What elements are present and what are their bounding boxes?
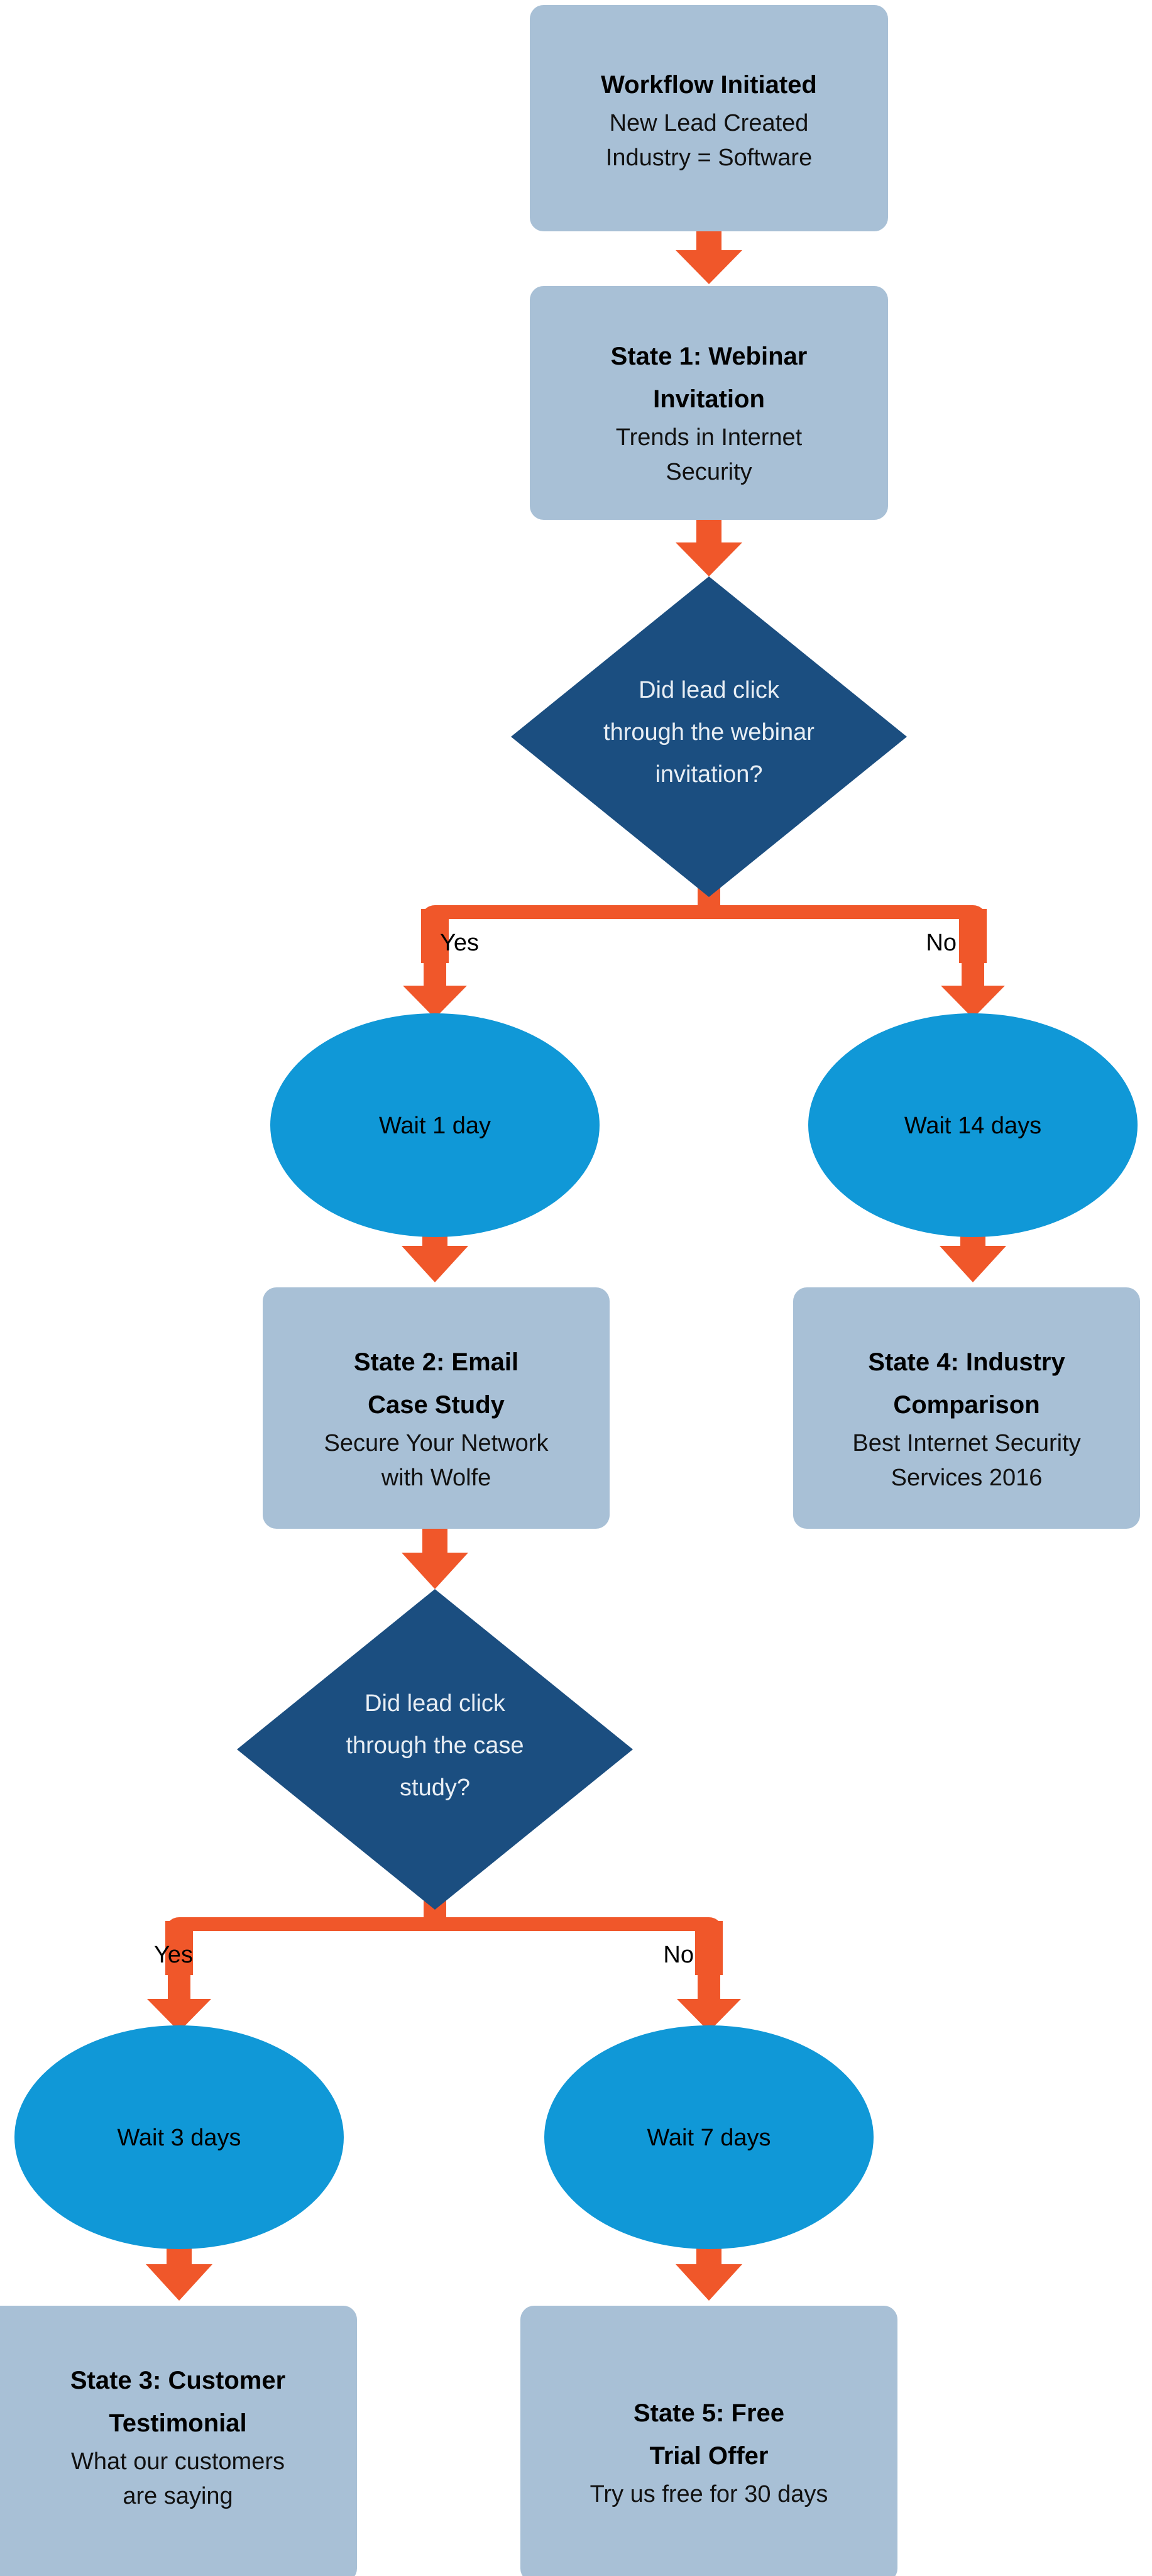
branch-label-decision1-no: No: [926, 930, 957, 956]
node-workflow-initiated[interactable]: Workflow Initiated New Lead Created Indu…: [530, 5, 888, 231]
node-state-3-line2: are saying: [123, 2483, 233, 2509]
node-state-5-title-line2: Trial Offer: [650, 2442, 769, 2470]
node-wait-1-day[interactable]: Wait 1 day: [270, 1013, 600, 1237]
node-workflow-initiated-title: Workflow Initiated: [601, 71, 817, 99]
node-state-1-title-line1: State 1: Webinar: [611, 343, 808, 370]
node-state-2-line1: Secure Your Network: [324, 1430, 549, 1456]
node-state-3-line1: What our customers: [71, 2448, 285, 2475]
node-state-2-title-line1: State 2: Email: [354, 1348, 518, 1376]
node-state-1-line2: Security: [666, 459, 752, 485]
branch-label-decision2-yes: Yes: [154, 1942, 193, 1968]
node-wait-3-days-label: Wait 3 days: [117, 2125, 241, 2151]
node-decision-webinar-click-line2: through the webinar: [603, 719, 815, 746]
workflow-flowchart: Workflow Initiated New Lead Created Indu…: [0, 0, 1152, 2576]
node-wait-7-days-label: Wait 7 days: [647, 2125, 771, 2151]
node-wait-14-days[interactable]: Wait 14 days: [808, 1013, 1138, 1237]
node-decision-case-study-click-line3: study?: [400, 1775, 470, 1801]
node-state-2-email-case-study[interactable]: State 2: Email Case Study Secure Your Ne…: [263, 1287, 610, 1529]
branch-label-decision1-yes: Yes: [440, 930, 479, 956]
node-state-2-title-line2: Case Study: [368, 1391, 505, 1419]
node-state-5-line1: Try us free for 30 days: [590, 2481, 828, 2507]
node-workflow-initiated-line1: New Lead Created: [610, 110, 809, 136]
node-wait-1-day-label: Wait 1 day: [379, 1113, 491, 1139]
node-decision-webinar-click-line3: invitation?: [655, 761, 762, 788]
node-state-4-industry-comparison[interactable]: State 4: Industry Comparison Best Intern…: [793, 1287, 1140, 1529]
node-state-5-shape[interactable]: [520, 2306, 897, 2576]
node-state-3-title-line1: State 3: Customer: [70, 2367, 285, 2394]
node-decision-case-study-click-line1: Did lead click: [365, 1690, 506, 1717]
node-state-4-line2: Services 2016: [891, 1465, 1043, 1491]
node-state-5-free-trial-offer[interactable]: State 5: Free Trial Offer Try us free fo…: [520, 2306, 897, 2576]
node-state-2-line2: with Wolfe: [381, 1465, 491, 1491]
node-state-4-title-line2: Comparison: [893, 1391, 1040, 1419]
node-wait-14-days-label: Wait 14 days: [904, 1113, 1041, 1139]
node-workflow-initiated-line2: Industry = Software: [606, 145, 812, 171]
node-state-1-title-line2: Invitation: [653, 385, 765, 413]
node-wait-3-days[interactable]: Wait 3 days: [14, 2025, 344, 2249]
node-state-4-line1: Best Internet Security: [852, 1430, 1080, 1456]
node-state-3-title-line2: Testimonial: [109, 2409, 246, 2437]
node-state-4-title-line1: State 4: Industry: [868, 1348, 1065, 1376]
node-state-5-title-line1: State 5: Free: [634, 2399, 784, 2427]
node-decision-webinar-click-line1: Did lead click: [639, 677, 780, 703]
node-state-3-customer-testimonial[interactable]: State 3: Customer Testimonial What our c…: [0, 2306, 357, 2576]
node-decision-case-study-click-line2: through the case: [346, 1732, 524, 1759]
node-state-1-line1: Trends in Internet: [616, 424, 803, 451]
node-wait-7-days[interactable]: Wait 7 days: [544, 2025, 874, 2249]
node-state-3-shape[interactable]: [0, 2306, 357, 2576]
branch-label-decision2-no: No: [663, 1942, 694, 1968]
node-state-1-webinar-invitation[interactable]: State 1: Webinar Invitation Trends in In…: [530, 286, 888, 520]
